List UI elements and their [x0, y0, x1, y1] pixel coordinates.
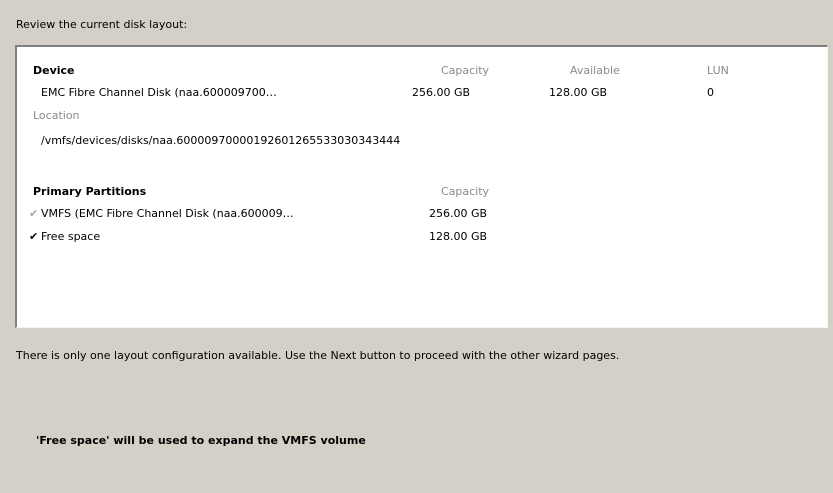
device-name: EMC Fibre Channel Disk (naa.600009700… [41, 86, 277, 99]
location-label: Location [33, 109, 80, 122]
partition-capacity: 256.00 GB [429, 207, 488, 220]
partition-capacity: 128.00 GB [429, 230, 488, 243]
layout-info-text: There is only one layout configuration a… [16, 349, 620, 362]
available-header: Available [570, 64, 620, 77]
expand-note: 'Free space' will be used to expand the … [36, 434, 366, 447]
capacity-header: Capacity [441, 64, 490, 77]
review-disk-layout-label: Review the current disk layout: [16, 18, 188, 31]
partition-name: Free space [41, 230, 101, 243]
partition-row: ✔ VMFS (EMC Fibre Channel Disk (naa.60000… [29, 207, 294, 220]
partition-capacity-header: Capacity [441, 185, 490, 198]
check-icon: ✔ [29, 230, 39, 243]
location-path: /vmfs/devices/disks/naa.6000097000019260… [41, 134, 401, 147]
primary-partitions-header: Primary Partitions [33, 185, 147, 198]
partition-row: ✔ Free space [29, 230, 100, 243]
disk-layout-panel: Device Capacity Available LUN EMC Fibre … [15, 45, 828, 328]
device-header: Device [33, 64, 75, 77]
lun-header: LUN [707, 64, 729, 77]
check-icon: ✔ [29, 207, 39, 220]
partition-name: VMFS (EMC Fibre Channel Disk (naa.600009… [41, 207, 294, 220]
device-capacity: 256.00 GB [412, 86, 471, 99]
device-lun: 0 [707, 86, 714, 99]
device-available: 128.00 GB [549, 86, 608, 99]
